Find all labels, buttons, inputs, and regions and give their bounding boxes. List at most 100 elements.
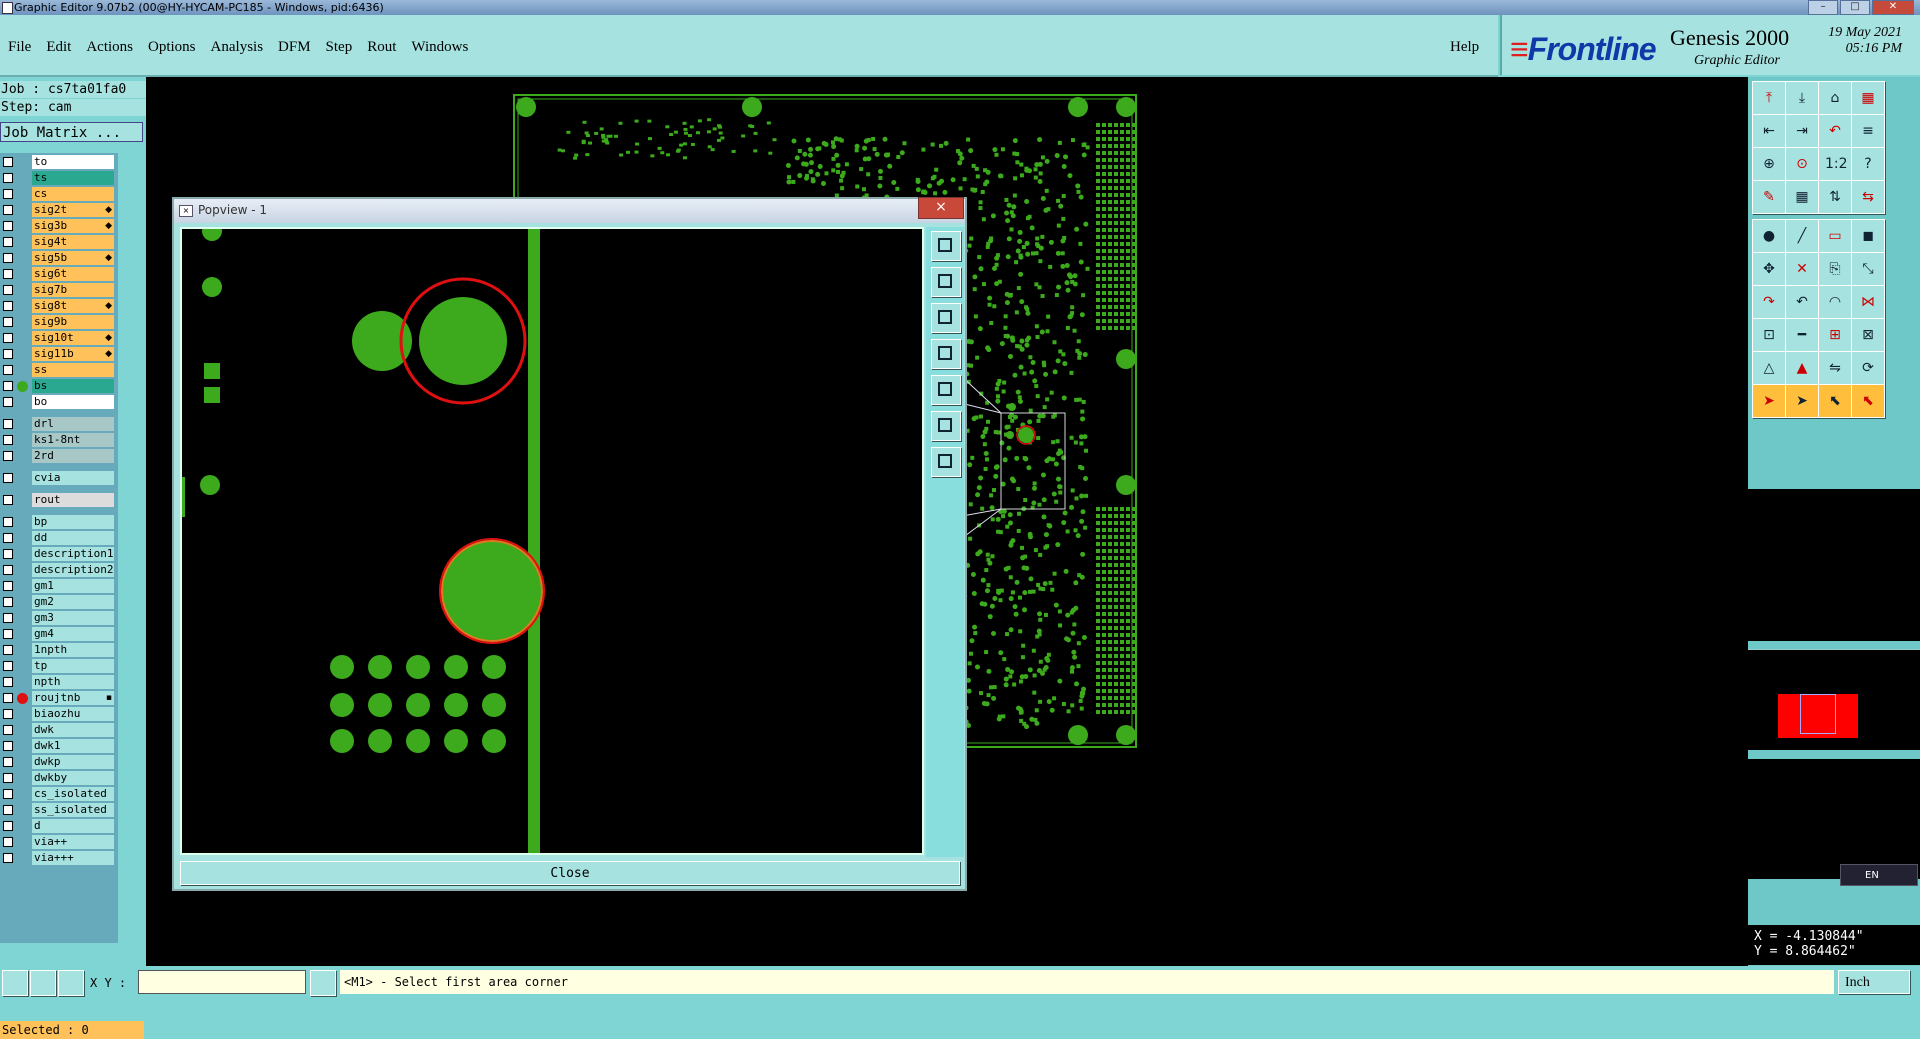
layer-checkbox[interactable]: [3, 629, 13, 639]
popview-close-button[interactable]: Close: [180, 861, 960, 885]
layer-row-cs[interactable]: cs: [0, 187, 118, 201]
popview-center-button[interactable]: [931, 447, 961, 477]
ime-language-badge[interactable]: EN: [1840, 864, 1918, 886]
select-arrow-button[interactable]: ➤: [1752, 384, 1786, 418]
layer-checkbox[interactable]: [3, 661, 13, 671]
layer-checkbox[interactable]: [3, 709, 13, 719]
layer-name[interactable]: description1: [32, 547, 114, 561]
layer-row-tp[interactable]: tp: [0, 659, 118, 673]
layer-name[interactable]: dwkp: [32, 755, 114, 769]
layer-checkbox[interactable]: [3, 725, 13, 735]
layer-checkbox[interactable]: [3, 773, 13, 783]
layer-checkbox[interactable]: [3, 645, 13, 655]
overview-view-frame[interactable]: [1800, 694, 1836, 734]
zoom-home-button[interactable]: ⤒: [1752, 81, 1786, 115]
layer-name[interactable]: gm3: [32, 611, 114, 625]
add-pad-button[interactable]: ●: [1752, 219, 1786, 253]
layer-name[interactable]: sig2t: [32, 203, 114, 217]
layer-checkbox[interactable]: [3, 473, 13, 483]
layer-name[interactable]: 2rd: [32, 449, 114, 463]
layer-checkbox[interactable]: [3, 317, 13, 327]
layer-row-2rd[interactable]: 2rd: [0, 449, 118, 463]
layer-row-to[interactable]: to: [0, 155, 118, 169]
layer-name[interactable]: sig3b: [32, 219, 114, 233]
input-toggle-button[interactable]: [310, 970, 336, 996]
copy-button[interactable]: ⎘: [1818, 252, 1852, 286]
layer-row-sig6t[interactable]: sig6t: [0, 267, 118, 281]
menu-edit[interactable]: Edit: [46, 39, 71, 56]
layer-row-dwkby[interactable]: dwkby: [0, 771, 118, 785]
layer-name[interactable]: gm4: [32, 627, 114, 641]
layer-row-via+++[interactable]: via+++: [0, 851, 118, 865]
select-single-button[interactable]: ➤: [1785, 384, 1819, 418]
move-button[interactable]: ✥: [1752, 252, 1786, 286]
add-surface-button[interactable]: ◼: [1851, 219, 1885, 253]
mirror-button[interactable]: ⇋: [1818, 351, 1852, 385]
netlist-button[interactable]: ⋈: [1851, 285, 1885, 319]
scale-button[interactable]: 1:2: [1818, 147, 1852, 181]
grid-button[interactable]: ▦: [1785, 180, 1819, 214]
layer-checkbox[interactable]: [3, 853, 13, 863]
polygon-button[interactable]: △: [1752, 351, 1786, 385]
layer-row-via++[interactable]: via++: [0, 835, 118, 849]
layer-row-roujtnb[interactable]: roujtnb ▪: [0, 691, 118, 705]
maximize-button[interactable]: □: [1840, 0, 1870, 15]
menu-dfm[interactable]: DFM: [278, 39, 311, 56]
snap-mode-button[interactable]: [2, 970, 28, 996]
layer-row-bp[interactable]: bp: [0, 515, 118, 529]
popview-pan-left-button[interactable]: [931, 339, 961, 369]
zoom-fit-button[interactable]: ▦: [1851, 81, 1885, 115]
arc-mode-button[interactable]: ◠: [1818, 285, 1852, 319]
layer-checkbox[interactable]: [3, 451, 13, 461]
arc-ccw-button[interactable]: ↶: [1785, 285, 1819, 319]
layer-row-d[interactable]: d: [0, 819, 118, 833]
layer-name[interactable]: description2: [32, 563, 114, 577]
select-net-button[interactable]: ⬉: [1851, 384, 1885, 418]
xy-input[interactable]: [138, 970, 306, 994]
layer-checkbox[interactable]: [3, 237, 13, 247]
menu-analysis[interactable]: Analysis: [211, 39, 264, 56]
layer-row-cs_isolated[interactable]: cs_isolated: [0, 787, 118, 801]
layer-name[interactable]: gm1: [32, 579, 114, 593]
layer-checkbox[interactable]: [3, 333, 13, 343]
layer-checkbox[interactable]: [3, 533, 13, 543]
feature-info-button[interactable]: ⊡: [1752, 318, 1786, 352]
layer-name[interactable]: ss: [32, 363, 114, 377]
add-text-button[interactable]: ▭: [1818, 219, 1852, 253]
layer-checkbox[interactable]: [3, 397, 13, 407]
layer-name[interactable]: sig4t: [32, 235, 114, 249]
board-overview[interactable]: [1748, 649, 1920, 750]
layer-name[interactable]: cs_isolated: [32, 787, 114, 801]
menu-windows[interactable]: Windows: [411, 39, 468, 56]
layer-checkbox[interactable]: [3, 495, 13, 505]
layer-checkbox[interactable]: [3, 349, 13, 359]
layer-name[interactable]: bp: [32, 515, 114, 529]
menu-step[interactable]: Step: [326, 39, 353, 56]
layer-name[interactable]: ts: [32, 171, 114, 185]
layer-row-ks1-8nt[interactable]: ks1-8nt: [0, 433, 118, 447]
measure-button[interactable]: ✎: [1752, 180, 1786, 214]
zoom-window-button[interactable]: ⌂: [1818, 81, 1852, 115]
layer-name[interactable]: 1npth: [32, 643, 114, 657]
layer-checkbox[interactable]: [3, 221, 13, 231]
layer-row-sig11b[interactable]: sig11b ◆: [0, 347, 118, 361]
select-area-button[interactable]: ⬉: [1818, 384, 1852, 418]
layer-checkbox[interactable]: [3, 741, 13, 751]
layer-name[interactable]: dwk: [32, 723, 114, 737]
layer-row-description2[interactable]: description2: [0, 563, 118, 577]
menu-options[interactable]: Options: [148, 39, 196, 56]
layer-row-dwk1[interactable]: dwk1: [0, 739, 118, 753]
layer-checkbox[interactable]: [3, 821, 13, 831]
layer-swap-button[interactable]: ⇆: [1851, 180, 1885, 214]
layer-checkbox[interactable]: [3, 837, 13, 847]
layer-row-biaozhu[interactable]: biaozhu: [0, 707, 118, 721]
layer-checkbox[interactable]: [3, 677, 13, 687]
layer-name[interactable]: ss_isolated: [32, 803, 114, 817]
layer-checkbox[interactable]: [3, 789, 13, 799]
layer-row-gm2[interactable]: gm2: [0, 595, 118, 609]
menu-actions[interactable]: Actions: [86, 39, 133, 56]
units-select[interactable]: Inch: [1838, 970, 1910, 994]
rotate-button[interactable]: ⟳: [1851, 351, 1885, 385]
layer-name[interactable]: sig5b: [32, 251, 114, 265]
grid-toggle-button[interactable]: [58, 970, 84, 996]
